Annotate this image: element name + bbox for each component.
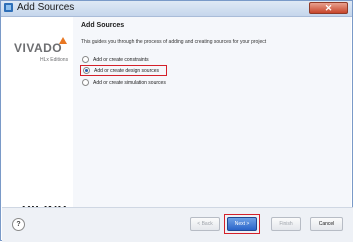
title-bar: Add Sources ✕ <box>1 1 352 17</box>
finish-button[interactable]: Finish <box>271 217 301 231</box>
page-description: This guides you through the process of a… <box>81 39 267 45</box>
close-button[interactable]: ✕ <box>309 2 348 14</box>
radio-design-sources[interactable] <box>83 67 90 74</box>
add-sources-dialog: Add Sources ✕ VIVADO HLx Editions Σ XILI… <box>0 0 353 242</box>
radio-simulation-sources[interactable] <box>82 79 89 86</box>
next-button[interactable]: Next > <box>227 217 257 231</box>
vivado-edition: HLx Editions <box>40 57 69 63</box>
radio-constraints[interactable] <box>82 56 89 63</box>
main-content: Add Sources This guides you through the … <box>73 17 351 207</box>
option-constraints[interactable]: Add or create constraints <box>80 54 153 65</box>
option-design-sources[interactable]: Add or create design sources <box>80 65 167 76</box>
back-button[interactable]: < Back <box>190 217 220 231</box>
option-label: Add or create simulation sources <box>93 79 166 86</box>
branding-panel: VIVADO HLx Editions Σ XILINX ALL PROGRAM… <box>2 17 72 221</box>
button-bar: ? < Back Next > Finish Cancel <box>2 207 353 242</box>
option-simulation-sources[interactable]: Add or create simulation sources <box>80 77 170 88</box>
page-title: Add Sources <box>81 22 125 29</box>
option-label: Add or create design sources <box>94 67 160 74</box>
vivado-logo: VIVADO <box>14 41 63 55</box>
cancel-button[interactable]: Cancel <box>310 217 343 231</box>
window-title: Add Sources <box>17 2 75 13</box>
vivado-logo-mark-icon <box>59 37 67 44</box>
app-icon <box>4 3 13 12</box>
help-button[interactable]: ? <box>12 218 25 231</box>
option-label: Add or create constraints <box>93 56 149 63</box>
